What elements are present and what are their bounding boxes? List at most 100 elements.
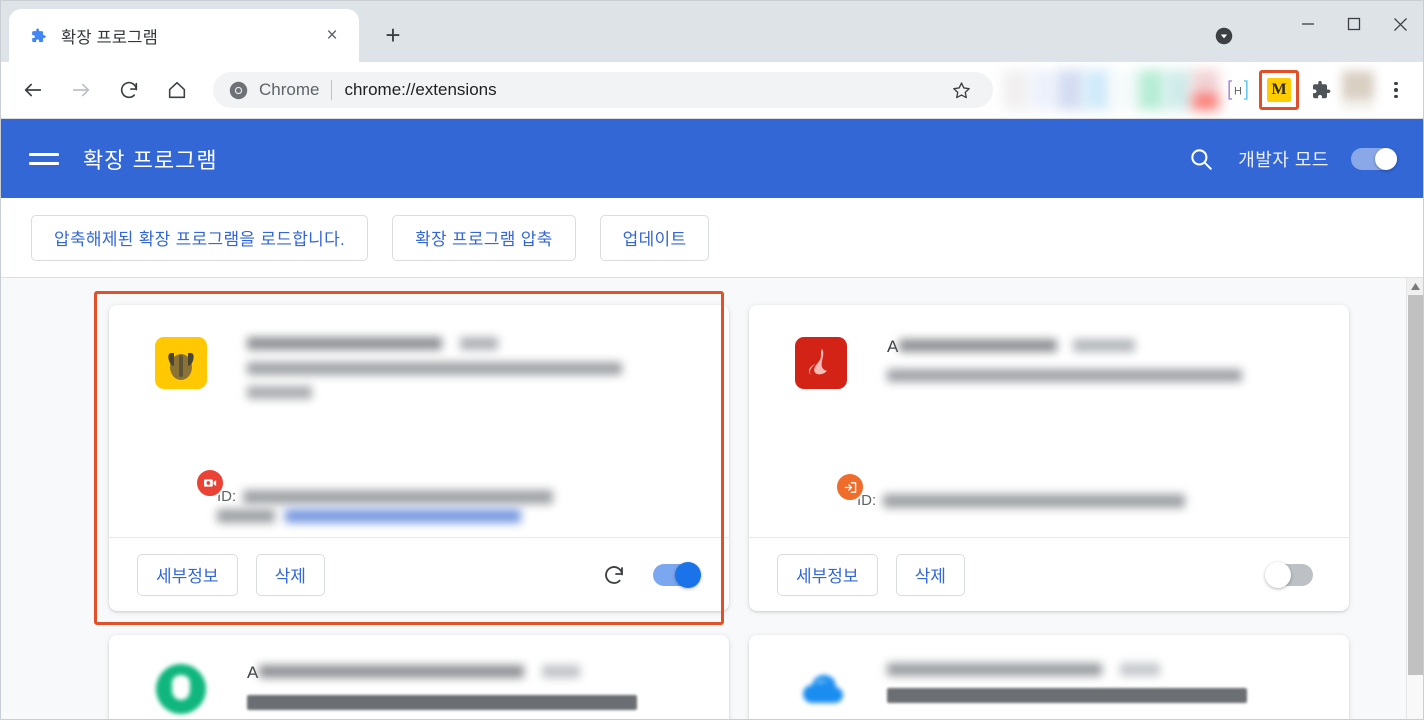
search-icon[interactable] [1184, 142, 1218, 176]
tab-close-icon[interactable]: × [319, 23, 345, 49]
blurred-extension-icon-8[interactable] [1192, 70, 1219, 110]
blurred-extension-icons [1003, 70, 1219, 110]
update-button[interactable]: 업데이트 [599, 214, 710, 261]
kebab-menu-icon[interactable] [1379, 73, 1413, 107]
extensions-page: 확장 프로그램 개발자 모드 압축해제된 확장 프로그램을 로드합니다. 확장 … [1, 119, 1423, 719]
extension-card-2[interactable]: A ID: 세부정보 삭제 [749, 305, 1349, 611]
extension-card-4[interactable] [749, 635, 1349, 719]
chrome-chip-label: Chrome [259, 80, 320, 99]
card-2-footer: 세부정보 삭제 [749, 537, 1349, 611]
card-2-desc-blur-a [887, 369, 1242, 382]
omnibox-separator [331, 80, 333, 100]
window-close-button[interactable] [1377, 1, 1423, 47]
card-2-body: A [749, 305, 1349, 502]
scrollbar-up-button[interactable] [1407, 278, 1423, 295]
card-3-title-blur-a [259, 665, 525, 678]
card-2-title-prefix: A [887, 337, 899, 356]
blurred-extension-icon-4[interactable] [1084, 70, 1111, 110]
extension-card-2-slot: A ID: 세부정보 삭제 [749, 305, 1349, 611]
bookmark-star-icon[interactable] [945, 74, 977, 106]
blurred-extension-icon-3[interactable] [1057, 70, 1084, 110]
forward-button[interactable] [61, 70, 101, 110]
m-badge-label: M [1267, 78, 1291, 102]
extensions-header: 확장 프로그램 개발자 모드 [1, 119, 1423, 198]
card-1-source-blur [217, 509, 275, 523]
extensions-card-grid: ID: 세부정보 삭제 A ID: 세부정보 삭제 A [1, 278, 1423, 719]
card-4-text [887, 663, 1319, 719]
developer-mode-toggle[interactable] [1351, 147, 1397, 170]
hamburger-menu-icon[interactable] [29, 152, 59, 165]
extension-card-3[interactable]: A [109, 635, 729, 719]
card-4-desc-blur-a [887, 688, 1247, 703]
new-tab-button[interactable]: + [373, 15, 413, 55]
card-2-title-blur-b [1073, 339, 1136, 352]
scrollbar-thumb[interactable] [1408, 295, 1423, 675]
card-2-remove-button[interactable]: 삭제 [895, 553, 965, 596]
card-2-enable-toggle[interactable] [1265, 561, 1313, 588]
card-3-title: A [247, 663, 699, 683]
adobe-icon [795, 337, 847, 389]
card-1-link-blur[interactable] [285, 509, 521, 523]
extensions-puzzle-icon[interactable] [1303, 73, 1337, 107]
card-2-text: A [887, 337, 1319, 492]
card-3-title-prefix: A [247, 663, 259, 682]
blurred-extension-icon-1[interactable] [1003, 70, 1030, 110]
extension-card-4-slot [749, 635, 1349, 719]
browser-tab[interactable]: 확장 프로그램 × [9, 9, 359, 62]
card-1-id-blur [243, 489, 554, 504]
pack-extension-button[interactable]: 확장 프로그램 압축 [392, 214, 576, 261]
cloud-icon [795, 663, 847, 715]
back-button[interactable] [13, 70, 53, 110]
card-1-details-button[interactable]: 세부정보 [137, 553, 238, 596]
card-2-details-button[interactable]: 세부정보 [777, 553, 878, 596]
card-4-title [887, 663, 1319, 676]
card-1-desc-blur-a [247, 362, 622, 375]
extensions-action-bar: 압축해제된 확장 프로그램을 로드합니다. 확장 프로그램 압축 업데이트 [1, 198, 1423, 278]
reload-button[interactable] [109, 70, 149, 110]
chrome-logo-icon [229, 81, 248, 100]
window-minimize-button[interactable] [1285, 1, 1331, 47]
extensions-list-area: ID: 세부정보 삭제 A ID: 세부정보 삭제 A [1, 278, 1423, 719]
tab-title: 확장 프로그램 [61, 28, 159, 47]
card-3-text: A [247, 663, 699, 719]
card-1-body [109, 305, 729, 498]
svg-text:H: H [1234, 86, 1242, 98]
h-extension-icon[interactable]: H [1221, 73, 1255, 107]
window-maximize-button[interactable] [1331, 1, 1377, 47]
tab-search-icon[interactable] [1211, 23, 1237, 49]
extension-card-3-slot: A [109, 635, 729, 719]
card-1-remove-button[interactable]: 삭제 [255, 553, 325, 596]
blurred-profile-icon[interactable] [1342, 71, 1374, 109]
card-1-reload-icon[interactable] [597, 558, 631, 592]
blurred-extension-icon-5[interactable] [1111, 70, 1138, 110]
browser-window: 확장 프로그램 × + Chrome chrome://extensions H… [0, 0, 1424, 720]
card-2-id-blur [883, 493, 1186, 508]
address-bar-url: chrome://extensions [344, 80, 497, 99]
window-controls [1285, 1, 1423, 47]
card-1-text [247, 337, 699, 488]
card-2-title-blur-a [899, 339, 1058, 352]
card-1-footer: 세부정보 삭제 [109, 537, 729, 611]
card-4-title-blur-b [1120, 663, 1160, 676]
blurred-extension-icon-7[interactable] [1165, 70, 1192, 110]
camera-badge-icon [195, 468, 225, 498]
login-badge-icon [835, 472, 865, 502]
card-1-title [247, 337, 699, 350]
circle-avatar-icon [155, 663, 207, 715]
blurred-extension-icon-6[interactable] [1138, 70, 1165, 110]
h-badge-label: H [1227, 79, 1249, 101]
page-scrollbar[interactable] [1406, 278, 1423, 719]
card-4-body [749, 635, 1349, 719]
card-4-title-blur-a [887, 663, 1102, 676]
card-1-icon-wrap [155, 337, 225, 498]
card-3-desc-blur-a [247, 695, 637, 710]
m-extension-icon[interactable]: M [1259, 70, 1299, 110]
home-button[interactable] [157, 70, 197, 110]
extension-card-1[interactable]: ID: 세부정보 삭제 [109, 305, 729, 611]
blurred-extension-icon-2[interactable] [1030, 70, 1057, 110]
address-bar[interactable]: Chrome chrome://extensions [213, 72, 993, 108]
card-3-title-blur-b [542, 665, 581, 678]
developer-mode-label: 개발자 모드 [1238, 149, 1329, 170]
card-1-enable-toggle[interactable] [653, 561, 701, 588]
load-unpacked-button[interactable]: 압축해제된 확장 프로그램을 로드합니다. [31, 214, 369, 261]
